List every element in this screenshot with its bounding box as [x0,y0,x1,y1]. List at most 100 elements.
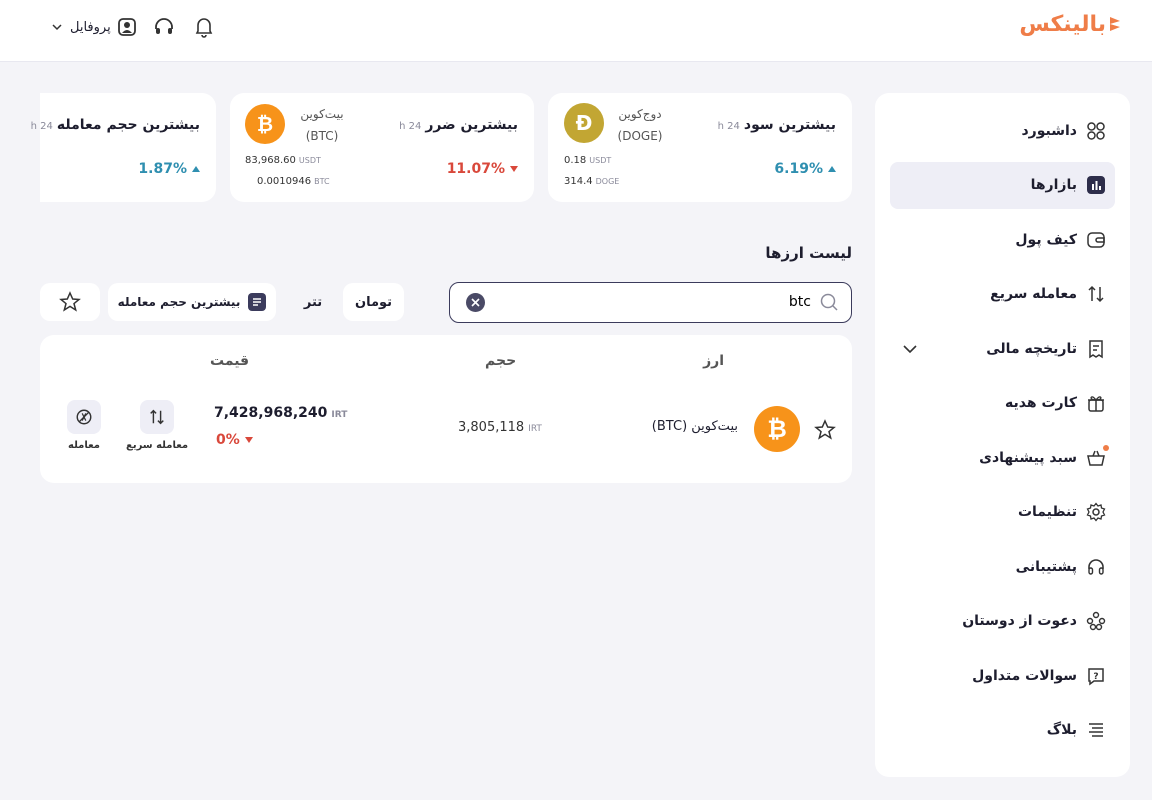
quick-trade-label: معامله سریع [126,440,189,451]
star-icon[interactable] [814,419,836,441]
search-input[interactable] [511,292,811,312]
coin-name: بیت‌کوین (BTC) [300,107,344,143]
sidebar-item-faq[interactable]: ? سوالات متداول [890,652,1115,699]
card-title: بیشترین سود24 h [717,117,836,133]
coin-price-usdt: 83,968.60 USDT [245,155,321,166]
sidebar-item-label: بلاگ [1046,722,1077,738]
profile-label: پروفایل [70,19,111,35]
star-icon [59,291,81,312]
card-change: 6.19% [774,161,836,177]
coin-name: بیت‌کوین (BTC) [651,419,738,434]
user-icon [117,18,136,36]
notifications-button[interactable] [191,14,217,40]
list-title: لیست ارزها [765,244,852,262]
sidebar-item-markets[interactable]: بازارها [890,161,1115,209]
headset-icon [154,18,173,34]
coin-change: 0% [216,432,253,448]
card-change: 1.87% [138,161,200,177]
sidebar-item-label: تاریخچه مالی [986,340,1077,357]
top-volume-card[interactable]: بیشترین حجم معامله24 h 1.87% [31,93,216,202]
close-icon [471,298,480,307]
sidebar-item-label: کیف پول [1015,231,1077,248]
sidebar-item-dashboard[interactable]: داشبورد [890,107,1115,154]
sidebar-item-financial-history[interactable]: تاریخچه مالی [890,325,1115,372]
sidebar-item-label: معامله سریع [990,286,1077,302]
swap-icon [150,409,164,425]
bell-icon [195,18,213,38]
favorites-filter-button[interactable] [40,283,100,321]
coin-name: دوج‌کوین (DOGE) [617,107,663,143]
coin-amount: 0.0010946 BTC [257,176,330,187]
column-header-volume: حجم [485,353,517,369]
sidebar-item-label: سبد پیشنهادی [979,449,1077,466]
caret-up-icon [192,166,200,172]
coin-amount: 314.4 DOGE [564,176,620,187]
logo-text: بالینکس [1019,11,1106,37]
caret-down-icon [244,437,253,443]
sidebar-item-label: داشبورد [1021,122,1078,139]
card-title: بیشترین حجم معامله24 h [30,117,200,133]
no-trade-icon [76,409,92,425]
top-loss-card[interactable]: بیشترین ضرر24 h 11.07% ₿ بیت‌کوین (BTC) 8… [230,93,534,202]
wallet-icon [1085,229,1107,251]
chevron-down-icon [52,24,62,31]
trade-button[interactable]: معامله [67,400,101,451]
sidebar-item-support[interactable]: پشتیبانی [890,543,1115,590]
sort-button[interactable]: بیشترین حجم معامله [108,283,276,321]
column-header-price: قیمت [210,353,250,369]
sort-icon [248,293,267,311]
coin-price-usdt: 0.18 USDT [564,155,612,166]
swap-icon [1085,283,1107,305]
card-title: بیشترین ضرر24 h [399,117,518,133]
people-icon [1085,610,1107,632]
profile-menu[interactable]: پروفایل [50,17,137,37]
sidebar-item-label: تنظیمات [1017,504,1077,520]
receipt-icon [1085,338,1107,360]
top-gain-card[interactable]: بیشترین سود24 h 6.19% Ð دوج‌کوین (DOGE) 0… [548,93,852,202]
tab-toman[interactable]: تومان [343,283,404,321]
support-button[interactable] [151,14,177,40]
chart-icon [1085,174,1107,196]
sort-label: بیشترین حجم معامله [117,295,241,309]
sidebar-item-settings[interactable]: تنظیمات [890,489,1115,536]
sidebar-item-invite-friends[interactable]: دعوت از دوستان [890,598,1115,645]
column-header-coin: ارز [703,353,724,369]
basket-icon [1085,444,1109,469]
sidebar-item-label: سوالات متداول [972,667,1077,684]
caret-up-icon [828,166,836,172]
logo-mark-icon [1110,17,1120,31]
coin-price: 7,428,968,240 IRT [214,405,348,421]
search-box [449,282,852,323]
quick-trade-button[interactable]: معامله سریع [126,400,188,451]
sidebar-item-quick-trade[interactable]: معامله سریع [890,271,1115,318]
sidebar-item-label: دعوت از دوستان [962,613,1077,629]
sidebar-item-label: بازارها [1030,177,1077,193]
clear-search-button[interactable] [466,293,485,312]
notification-dot [1103,444,1109,451]
sidebar-item-gift-card[interactable]: کارت هدیه [890,380,1115,427]
coin-table: ارز حجم قیمت ₿ بیت‌کوین (BTC) 3,805,118 I… [40,335,852,483]
sidebar-item-wallet[interactable]: کیف پول [890,216,1115,263]
question-icon: ? [1085,665,1107,687]
tab-tether[interactable]: تتر [284,283,342,321]
search-icon [820,293,838,311]
svg-text:?: ? [1093,672,1098,682]
coin-volume: 3,805,118 IRT [458,420,542,435]
sidebar: داشبورد بازارها کیف پول معامله سریع تاری… [875,93,1130,777]
card-change: 11.07% [447,161,518,177]
headset-icon [1085,556,1107,578]
doge-coin-icon: Ð [564,103,604,143]
lines-icon [1085,719,1107,741]
top-header: بالینکس پروفایل [0,0,1152,62]
sidebar-item-label: کارت هدیه [1005,395,1077,411]
grid-icon [1085,120,1107,142]
chevron-down-icon[interactable] [900,339,920,359]
btc-coin-icon: ₿ [754,406,800,452]
sidebar-item-label: پشتیبانی [1015,558,1077,575]
sidebar-item-blog[interactable]: بلاگ [890,707,1115,754]
caret-down-icon [510,166,518,172]
sidebar-item-suggested-basket[interactable]: سبد پیشنهادی [890,434,1115,481]
btc-coin-icon: ₿ [245,104,285,144]
brand-logo[interactable]: بالینکس [1019,9,1122,39]
gift-icon [1085,392,1107,414]
